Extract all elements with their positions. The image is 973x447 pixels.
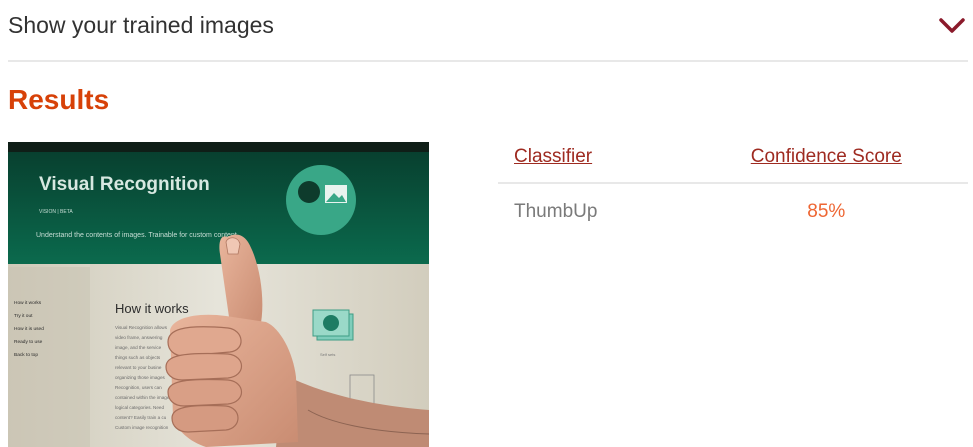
classifier-cell: ThumbUp (514, 201, 598, 222)
table-row: ThumbUp 85% (498, 183, 968, 240)
section-title: How it works (115, 301, 189, 316)
svg-text:image, and the service: image, and the service (115, 345, 162, 350)
screen-badge: VISION | BETA (39, 209, 73, 215)
svg-text:Custom image recognition: Custom image recognition (115, 425, 169, 430)
thumb-up-photo: Visual Recognition VISION | BETA Underst… (8, 142, 429, 447)
svg-text:things such as objects: things such as objects (115, 355, 161, 360)
nav-item-4: Back to top (14, 352, 38, 358)
results-heading: Results (8, 84, 110, 115)
nav-item-2: How it is used (14, 326, 44, 332)
svg-text:video frame, answering: video frame, answering (115, 335, 163, 340)
svg-text:Visual Recognition allows: Visual Recognition allows (115, 325, 168, 330)
nav-item-3: Ready to use (14, 339, 43, 345)
result-image: Visual Recognition VISION | BETA Underst… (8, 142, 429, 447)
classifier-header[interactable]: Classifier (498, 132, 685, 184)
nav-item-1: Try it out (14, 313, 33, 319)
confidence-score-cell: 85% (807, 201, 846, 222)
accordion-title: Show your trained images (8, 12, 274, 38)
classifier-sort-link[interactable]: Classifier (514, 146, 592, 167)
results-table: Classifier Confidence Score ThumbUp 85% (498, 132, 968, 240)
screen-tagline: Understand the contents of images. Train… (36, 232, 239, 239)
nav-item-0: How it works (14, 300, 42, 306)
svg-text:content? Easily train a cu: content? Easily train a cu (115, 415, 167, 420)
svg-text:contained within the image: contained within the image (115, 395, 170, 400)
confidence-score-sort-link[interactable]: Confidence Score (751, 146, 902, 167)
svg-text:Self sets: Self sets (320, 352, 335, 357)
confidence-score-header[interactable]: Confidence Score (684, 132, 968, 184)
trained-images-accordion[interactable]: Show your trained images (8, 0, 968, 62)
svg-text:organizing those images: organizing those images (115, 375, 165, 380)
table-header-row: Classifier Confidence Score (498, 132, 968, 184)
svg-text:Recognition, users can: Recognition, users can (115, 385, 162, 390)
svg-text:relevant to your busine: relevant to your busine (115, 365, 162, 370)
screen-title: Visual Recognition (39, 174, 210, 195)
chevron-down-icon[interactable] (938, 14, 966, 36)
svg-text:logical categories. Need: logical categories. Need (115, 405, 164, 410)
